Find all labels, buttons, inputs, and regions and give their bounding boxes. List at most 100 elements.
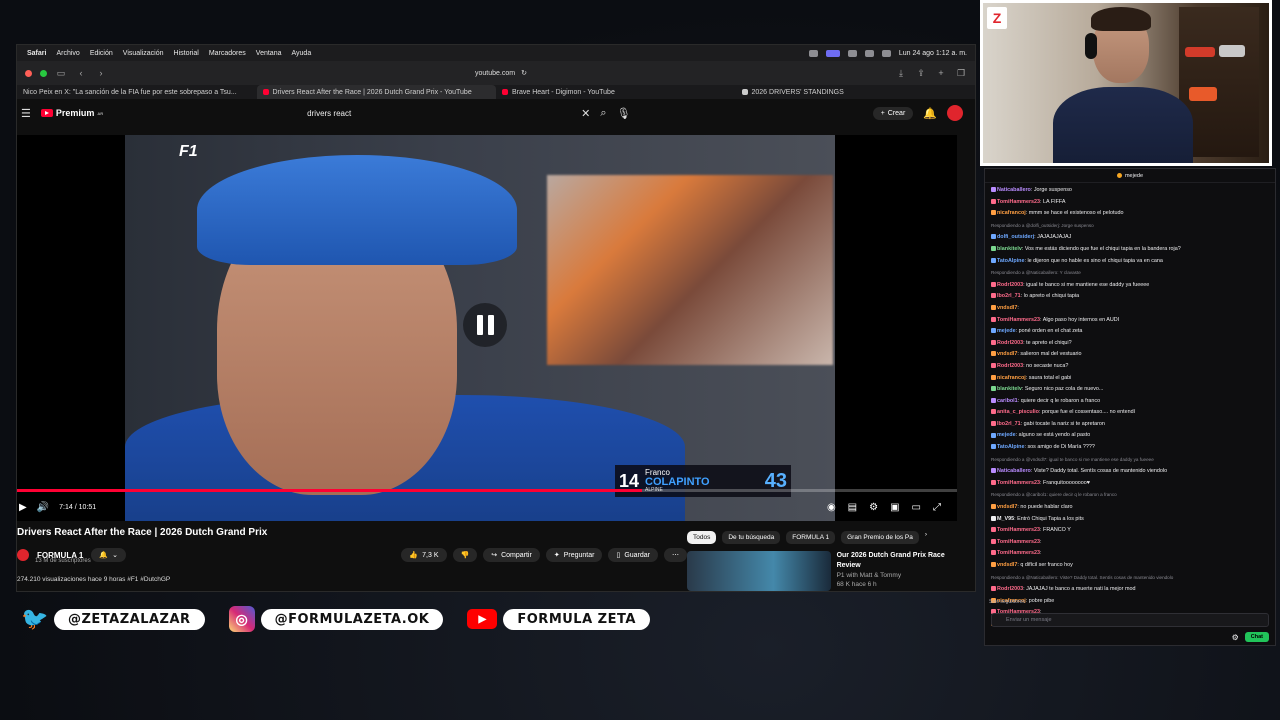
menubar-clock[interactable]: Lun 24 ago 1:12 a. m. bbox=[899, 50, 967, 57]
chip-todos[interactable]: Todos bbox=[687, 531, 717, 544]
chat-message[interactable]: TatoAlpine: sos amigo de Di María ???? bbox=[991, 442, 1269, 454]
miniplayer-icon[interactable]: ▣ bbox=[890, 502, 899, 513]
chat-message[interactable]: TomiHammers23: FRANCO Y bbox=[991, 525, 1269, 537]
chat-username[interactable]: dolfi_outsiderj bbox=[997, 234, 1034, 240]
wifi-icon[interactable] bbox=[864, 49, 874, 57]
chat-message[interactable]: TomiHammers23: Algo paso hoy internos en… bbox=[991, 315, 1269, 327]
chat-username[interactable]: Rodrl2003 bbox=[997, 340, 1023, 346]
chip-de-tu-busqueda[interactable]: De tu búsqueda bbox=[722, 531, 781, 544]
chat-message[interactable]: Rodrl2003: igual te banco si me mantiene… bbox=[991, 280, 1269, 292]
chat-username[interactable]: TomiHammers23 bbox=[997, 527, 1040, 533]
save-button[interactable]: ▯ Guardar bbox=[608, 548, 658, 562]
chat-username[interactable]: M_V95 bbox=[997, 516, 1014, 522]
chat-message[interactable]: blankitelv: Seguro nico paz cola de nuev… bbox=[991, 384, 1269, 396]
new-tab-icon[interactable]: + bbox=[935, 68, 947, 78]
chat-message[interactable]: TomiHammers23: Franquitoooooooo♥ bbox=[991, 478, 1269, 490]
chat-message[interactable]: blankitelv: Vos me estás diciendo que fu… bbox=[991, 244, 1269, 256]
subscribed-bell-button[interactable]: 🔔 ⌄ bbox=[91, 548, 126, 562]
like-button[interactable]: 👍 7,3 K bbox=[401, 548, 447, 562]
chat-message[interactable]: vndsdl7: no puede hablar claro bbox=[991, 502, 1269, 514]
chat-message[interactable]: caribol1: quiere decir q le robaron a fr… bbox=[991, 396, 1269, 408]
chat-username[interactable]: nicafrancoj bbox=[997, 210, 1026, 216]
chat-username[interactable]: blankitelv bbox=[997, 246, 1022, 252]
chat-username[interactable]: Naticaballero bbox=[997, 468, 1031, 474]
search-icon[interactable] bbox=[881, 49, 891, 57]
play-icon[interactable]: ▶ bbox=[19, 502, 27, 513]
chat-username[interactable]: Rodrl2003 bbox=[997, 363, 1023, 369]
menubar-item-ventana[interactable]: Ventana bbox=[256, 50, 282, 57]
settings-gear-icon[interactable]: ⚙ bbox=[869, 502, 878, 513]
chat-message[interactable]: dolfi_outsiderj: JAJAJAJAJAJ bbox=[991, 232, 1269, 244]
chat-message[interactable]: anita_c_pisculio: porque fue el cossenta… bbox=[991, 407, 1269, 419]
chat-message[interactable]: mejede: alguno se está yendo al pasto bbox=[991, 430, 1269, 442]
chat-message[interactable]: TatoAlpine: le dijeron que no hable es s… bbox=[991, 256, 1269, 268]
menubar-app-name[interactable]: Safari bbox=[27, 50, 46, 57]
volume-icon[interactable]: 🔊 bbox=[37, 502, 49, 513]
chat-username[interactable]: TatoAlpine bbox=[997, 444, 1024, 450]
zoom-window-button[interactable] bbox=[40, 69, 47, 77]
chat-message[interactable]: vndsdl7: q difícil ser franco hoy bbox=[991, 560, 1269, 572]
chat-username[interactable]: vndsdl7 bbox=[997, 504, 1017, 510]
chat-username[interactable]: TomiHammers23 bbox=[997, 317, 1040, 323]
theater-mode-icon[interactable]: ▭ bbox=[912, 502, 921, 513]
tray-icon[interactable] bbox=[847, 49, 857, 57]
chat-message[interactable]: Rodrl2003: te apreto el chiqui? bbox=[991, 338, 1269, 350]
chat-username[interactable]: vndsdl7 bbox=[997, 562, 1017, 568]
chat-message[interactable]: vndsdl7: bbox=[991, 303, 1269, 315]
menubar-item-ayuda[interactable]: Ayuda bbox=[291, 50, 311, 57]
chat-username[interactable]: blankitelv bbox=[997, 386, 1022, 392]
reload-icon[interactable]: ↻ bbox=[521, 69, 527, 77]
notifications-bell-icon[interactable]: 🔔 bbox=[923, 107, 937, 120]
chat-username[interactable]: TatoAlpine bbox=[997, 258, 1024, 264]
chat-username[interactable]: anita_c_pisculio bbox=[997, 409, 1039, 415]
chat-message[interactable]: Ibo2rl_71: lo apreto el chiqui tapia bbox=[991, 291, 1269, 303]
chat-username[interactable]: Rodrl2003 bbox=[997, 586, 1023, 592]
dislike-button[interactable]: 👎 bbox=[452, 548, 478, 562]
channel-avatar[interactable] bbox=[17, 549, 29, 561]
chat-username[interactable]: nicafrancoj bbox=[997, 375, 1026, 381]
chat-username[interactable]: vndsdl7 bbox=[997, 351, 1017, 357]
chat-username[interactable]: TomiHammers23 bbox=[997, 539, 1040, 545]
menubar-item-marcadores[interactable]: Marcadores bbox=[209, 50, 246, 57]
chat-message[interactable]: Rodrl2003: no secaste nuca? bbox=[991, 361, 1269, 373]
tray-icon[interactable] bbox=[808, 49, 818, 57]
fullscreen-icon[interactable]: ⤢ bbox=[933, 502, 941, 513]
search-icon[interactable]: ⌕ bbox=[600, 107, 606, 120]
chat-username[interactable]: mejede bbox=[997, 328, 1016, 334]
chat-message[interactable]: nicafrancoj: saura total el gabi bbox=[991, 373, 1269, 385]
forward-icon[interactable]: › bbox=[95, 68, 107, 78]
autoplay-toggle-icon[interactable]: ◉ bbox=[827, 502, 836, 513]
account-avatar[interactable] bbox=[947, 105, 963, 121]
chat-username[interactable]: TomiHammers23 bbox=[997, 480, 1040, 486]
chat-message[interactable]: Naticaballero: Jorge suspenso bbox=[991, 185, 1269, 197]
chat-message[interactable]: Ibo2rl_71: gabi tocate la nariz si te ap… bbox=[991, 419, 1269, 431]
chevron-right-icon[interactable]: › bbox=[925, 531, 927, 544]
chat-message[interactable]: TomiHammers23: bbox=[991, 537, 1269, 549]
hamburger-menu-icon[interactable]: ☰ bbox=[21, 107, 31, 120]
menubar-item-visualizacion[interactable]: Visualización bbox=[123, 50, 164, 57]
close-window-button[interactable] bbox=[25, 69, 32, 77]
recommended-title[interactable]: Our 2026 Dutch Grand Prix Race Review bbox=[837, 551, 957, 571]
chat-username[interactable]: vndsdl7 bbox=[997, 305, 1017, 311]
tab-brave-heart[interactable]: Brave Heart - Digimon - YouTube bbox=[496, 85, 736, 99]
tab-overview-icon[interactable]: ❐ bbox=[955, 68, 967, 79]
pause-button[interactable] bbox=[463, 303, 507, 347]
video-progress-bar[interactable] bbox=[17, 489, 957, 492]
share-icon[interactable]: ⇪ bbox=[915, 68, 927, 79]
chat-username[interactable]: TomiHammers23 bbox=[997, 550, 1040, 556]
back-icon[interactable]: ‹ bbox=[75, 68, 87, 78]
chat-message-input[interactable] bbox=[991, 613, 1269, 627]
chat-settings-gear-icon[interactable]: ⚙ bbox=[1232, 633, 1239, 642]
chat-pinned-user[interactable]: mejede bbox=[985, 169, 1275, 183]
chip-formula-1[interactable]: FORMULA 1 bbox=[786, 531, 836, 544]
chat-username[interactable]: caribol1 bbox=[997, 398, 1018, 404]
chat-message[interactable]: M_V95: Entró Chiqui Tapia a los pits bbox=[991, 514, 1269, 526]
chat-username[interactable]: Ibo2rl_71 bbox=[997, 421, 1021, 427]
recommended-thumbnail[interactable] bbox=[687, 551, 831, 591]
chat-username[interactable]: Ibo2rl_71 bbox=[997, 293, 1021, 299]
tab-youtube-video[interactable]: Drivers React After the Race | 2026 Dutc… bbox=[256, 85, 496, 99]
microphone-icon[interactable]: 🎙 bbox=[617, 107, 631, 120]
chat-message[interactable]: TomiHammers23: LA FIFFA bbox=[991, 197, 1269, 209]
chat-message[interactable]: mejede: poné orden en el chat zeta bbox=[991, 326, 1269, 338]
chat-message[interactable]: nicafrancoj: mmm se hace el existenoso e… bbox=[991, 208, 1269, 220]
